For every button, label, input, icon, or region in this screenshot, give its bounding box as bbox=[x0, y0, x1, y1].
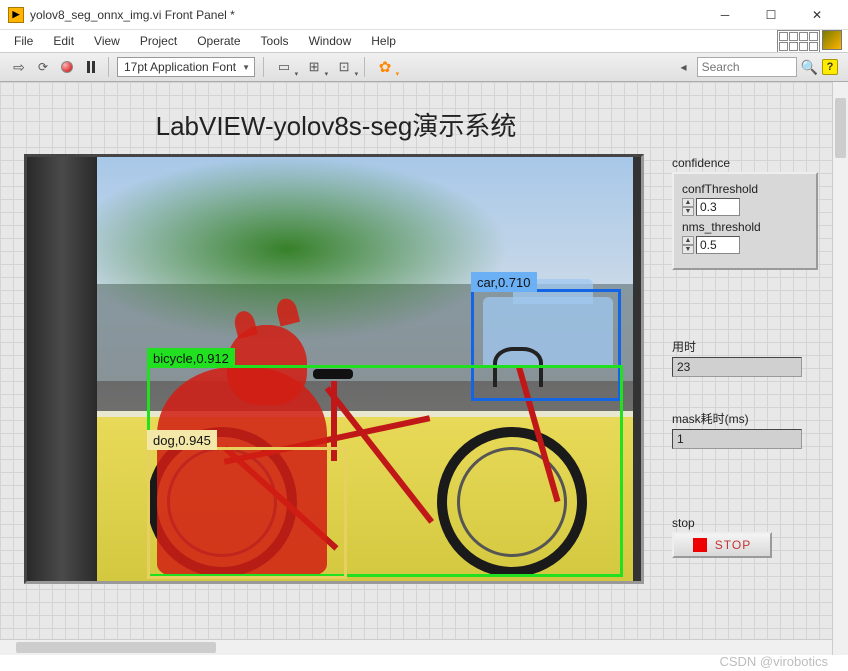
toolbar-separator bbox=[263, 57, 264, 77]
detection-label-dog: dog,0.945 bbox=[147, 430, 217, 450]
detection-label-car: car,0.710 bbox=[471, 272, 537, 292]
spinner-down-icon[interactable]: ▼ bbox=[682, 207, 694, 216]
labview-app-icon: ▶ bbox=[8, 7, 24, 23]
nmsthreshold-input[interactable]: 0.5 bbox=[696, 236, 740, 254]
toolbar-separator bbox=[364, 57, 365, 77]
masktime-value: 1 bbox=[672, 429, 802, 449]
confidence-label: confidence bbox=[672, 156, 818, 170]
resize-objects-button[interactable]: ⊡ bbox=[332, 58, 356, 76]
search-icon[interactable]: 🔍 bbox=[801, 59, 818, 76]
toolbar-separator bbox=[108, 57, 109, 77]
nmsthreshold-label: nms_threshold bbox=[682, 220, 808, 234]
search-input[interactable] bbox=[697, 57, 797, 77]
connector-pane-icon[interactable] bbox=[777, 30, 820, 53]
masktime-label: mask耗时(ms) bbox=[672, 410, 818, 427]
menu-edit[interactable]: Edit bbox=[45, 32, 82, 50]
confidence-frame: confThreshold ▲▼ 0.3 nms_threshold ▲▼ 0.… bbox=[672, 172, 818, 270]
vi-icon[interactable] bbox=[822, 30, 842, 50]
menu-view[interactable]: View bbox=[86, 32, 128, 50]
stop-label: stop bbox=[672, 516, 818, 530]
pause-button[interactable] bbox=[82, 58, 100, 76]
menu-bar: File Edit View Project Operate Tools Win… bbox=[0, 30, 848, 52]
elapsed-value: 23 bbox=[672, 357, 802, 377]
vertical-scrollbar[interactable] bbox=[832, 82, 848, 655]
watermark-text: CSDN @virobotics bbox=[719, 654, 828, 669]
masktime-group: mask耗时(ms) 1 bbox=[672, 408, 818, 449]
page-title: LabVIEW-yolov8s-seg演示系统 bbox=[0, 106, 672, 143]
pillar-left bbox=[27, 157, 97, 584]
menu-project[interactable]: Project bbox=[132, 32, 185, 50]
confthreshold-spinner[interactable]: ▲▼ bbox=[682, 198, 694, 216]
elapsed-label: 用时 bbox=[672, 338, 818, 355]
front-panel-canvas: LabVIEW-yolov8s-seg演示系统 car,0.710 bicycl… bbox=[0, 82, 832, 639]
detection-label-bicycle: bicycle,0.912 bbox=[147, 348, 235, 368]
scrollbar-thumb[interactable] bbox=[16, 642, 216, 653]
run-button[interactable]: ⇨ bbox=[10, 58, 28, 76]
confidence-cluster: confidence confThreshold ▲▼ 0.3 nms_thre… bbox=[672, 154, 818, 270]
nmsthreshold-spinner[interactable]: ▲▼ bbox=[682, 236, 694, 254]
context-help-button[interactable]: ? bbox=[822, 59, 838, 75]
menu-file[interactable]: File bbox=[6, 32, 41, 50]
align-objects-button[interactable]: ▭ bbox=[272, 58, 296, 76]
menu-help[interactable]: Help bbox=[363, 32, 404, 50]
detection-box-dog: dog,0.945 bbox=[147, 447, 347, 579]
reorder-button[interactable]: ✿ bbox=[373, 58, 397, 76]
stop-group: stop STOP bbox=[672, 514, 818, 558]
scrollbar-thumb[interactable] bbox=[835, 98, 846, 158]
confthreshold-input[interactable]: 0.3 bbox=[696, 198, 740, 216]
search-prev-icon[interactable]: ◂ bbox=[675, 58, 693, 76]
spinner-up-icon[interactable]: ▲ bbox=[682, 198, 694, 207]
window-minimize-button[interactable]: ─ bbox=[702, 1, 748, 29]
stop-icon bbox=[693, 538, 707, 552]
record-button[interactable] bbox=[58, 58, 76, 76]
distribute-objects-button[interactable]: ⊞ bbox=[302, 58, 326, 76]
window-maximize-button[interactable]: ☐ bbox=[748, 1, 794, 29]
pillar-right bbox=[633, 157, 641, 584]
menu-operate[interactable]: Operate bbox=[189, 32, 248, 50]
window-title: yolov8_seg_onnx_img.vi Front Panel * bbox=[30, 8, 702, 22]
window-close-button[interactable]: ✕ bbox=[794, 1, 840, 29]
window-titlebar: ▶ yolov8_seg_onnx_img.vi Front Panel * ─… bbox=[0, 0, 848, 30]
stop-button[interactable]: STOP bbox=[672, 532, 772, 558]
font-selector[interactable]: 17pt Application Font bbox=[117, 57, 255, 77]
spinner-up-icon[interactable]: ▲ bbox=[682, 236, 694, 245]
menu-tools[interactable]: Tools bbox=[253, 32, 297, 50]
run-continuously-button[interactable]: ⟳ bbox=[34, 58, 52, 76]
spinner-down-icon[interactable]: ▼ bbox=[682, 245, 694, 254]
menu-window[interactable]: Window bbox=[301, 32, 360, 50]
elapsed-group: 用时 23 bbox=[672, 336, 818, 377]
confthreshold-label: confThreshold bbox=[682, 182, 808, 196]
image-display: car,0.710 bicycle,0.912 dog,0.945 bbox=[24, 154, 644, 584]
horizontal-scrollbar[interactable] bbox=[0, 639, 832, 655]
toolbar: ⇨ ⟳ 17pt Application Font ▭ ⊞ ⊡ ✿ ◂ 🔍 ? bbox=[0, 52, 848, 82]
stop-button-text: STOP bbox=[715, 538, 751, 552]
